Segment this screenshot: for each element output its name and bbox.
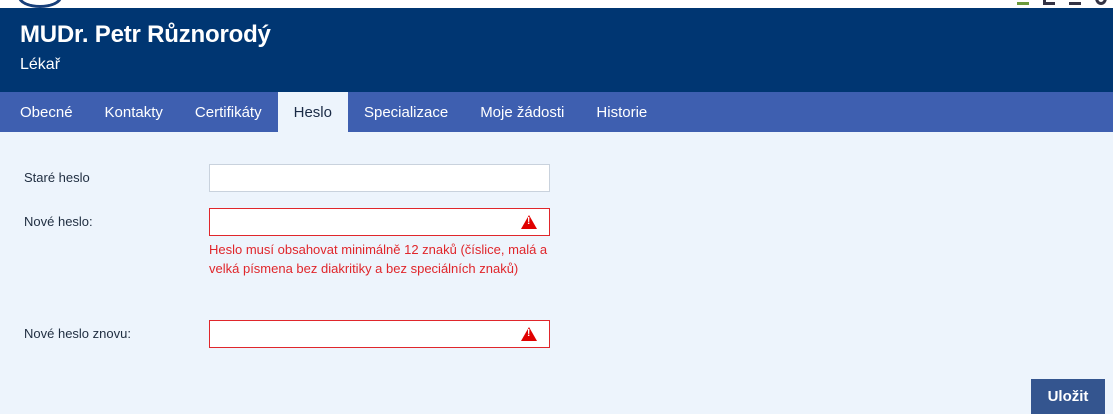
user-name: MUDr. Petr Různorodý [20, 21, 271, 48]
tab-historie[interactable]: Historie [580, 92, 663, 132]
tab-specializace[interactable]: Specializace [348, 92, 464, 132]
new-password-repeat-label: Nové heslo znovu: [24, 326, 131, 341]
old-password-label: Staré heslo [24, 170, 90, 185]
tab-bar: Obecné Kontakty Certifikáty Heslo Specia… [0, 92, 1113, 132]
profile-header: MUDr. Petr Různorodý Lékař [0, 8, 1113, 92]
new-password-field[interactable] [209, 208, 550, 236]
corner-icon-1[interactable] [1017, 0, 1029, 5]
corner-icon-2[interactable] [1043, 0, 1055, 5]
logo[interactable] [18, 0, 62, 8]
top-right-icons [1017, 0, 1107, 5]
corner-icon-3[interactable] [1069, 0, 1081, 5]
tab-obecne[interactable]: Obecné [0, 92, 89, 132]
new-password-label: Nové heslo: [24, 214, 93, 229]
tab-moje-zadosti[interactable]: Moje žádosti [464, 92, 580, 132]
warning-icon [521, 215, 537, 229]
warning-icon [521, 327, 537, 341]
corner-icon-4[interactable] [1095, 0, 1107, 5]
old-password-field[interactable] [209, 164, 550, 192]
user-role: Lékař [20, 56, 61, 73]
new-password-repeat-field[interactable] [209, 320, 550, 348]
save-button[interactable]: Uložit [1031, 379, 1105, 414]
tab-heslo[interactable]: Heslo [277, 92, 348, 132]
password-form: Staré heslo Nové heslo: Heslo musí obsah… [0, 132, 1113, 414]
tab-kontakty[interactable]: Kontakty [89, 92, 179, 132]
top-strip [0, 0, 1113, 8]
password-error-message: Heslo musí obsahovat minimálně 12 znaků … [209, 242, 548, 276]
tab-certifikaty[interactable]: Certifikáty [179, 92, 278, 132]
